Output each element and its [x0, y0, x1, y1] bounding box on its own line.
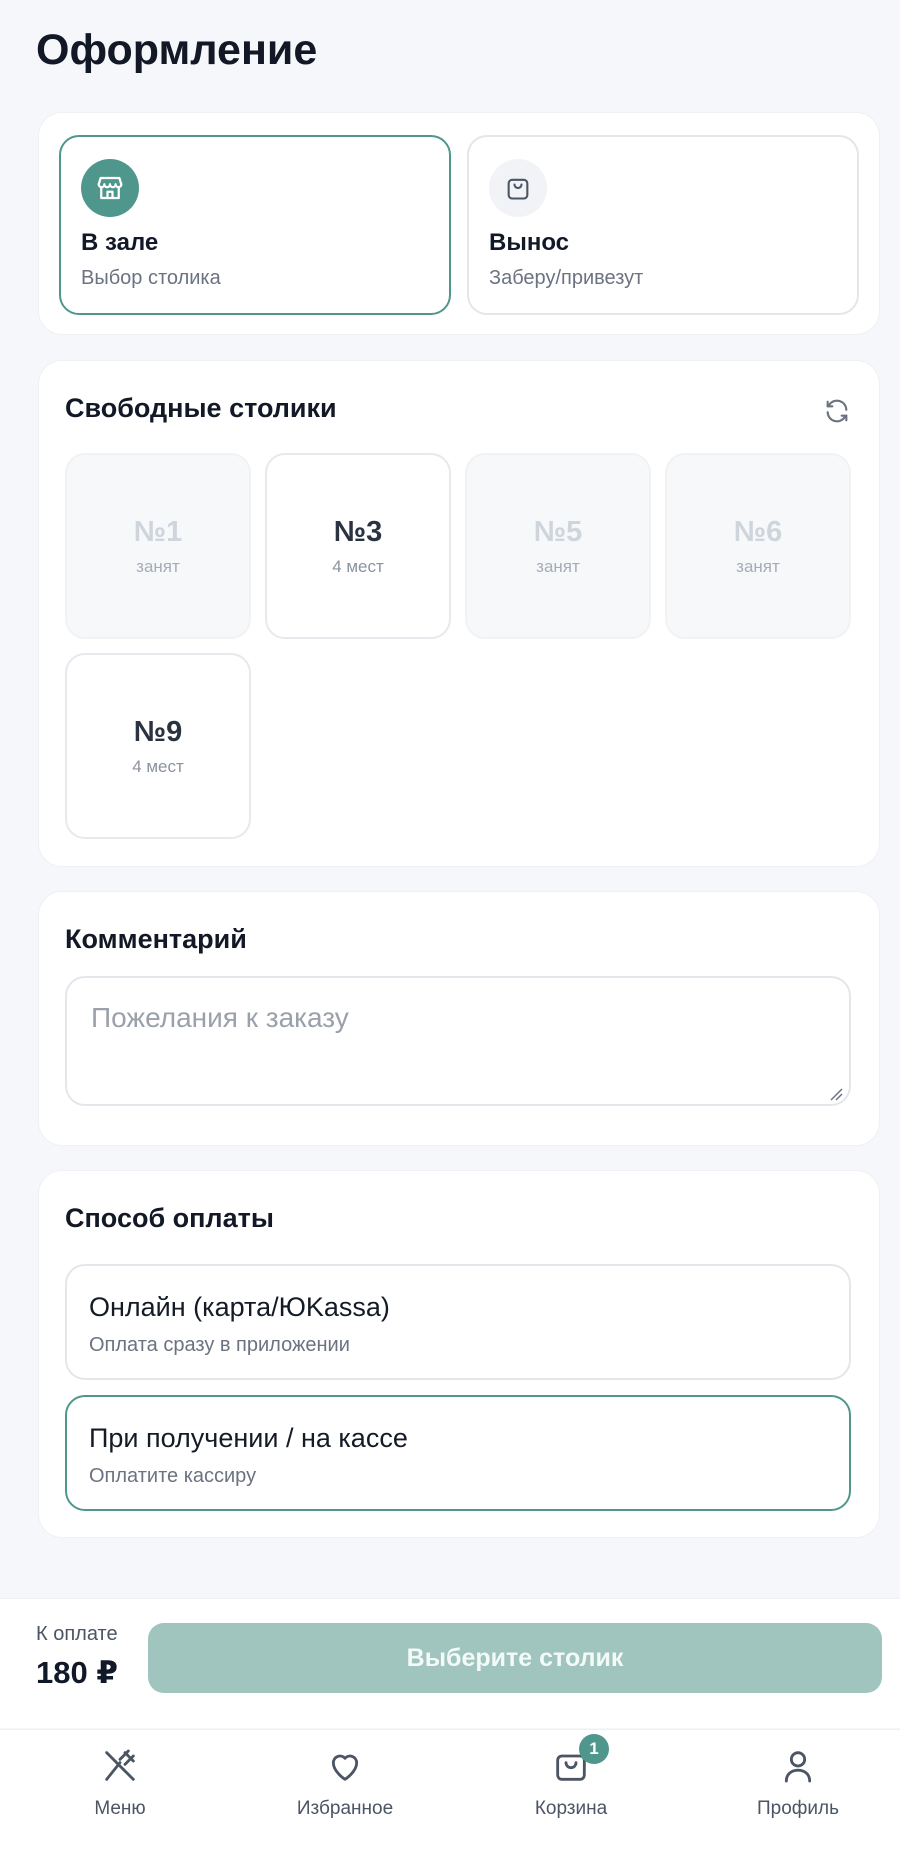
tables-title: Свободные столики [65, 393, 337, 423]
payment-card: Способ оплаты Онлайн (карта/ЮKassa) Опла… [38, 1170, 880, 1538]
tab-label: Меню [94, 1798, 146, 1819]
comment-card: Комментарий [38, 891, 880, 1146]
payment-option-subtitle: Оплатите кассиру [89, 1465, 257, 1487]
bottom-tab-bar: Меню Избранное 1 Корзина Профиль [0, 1729, 900, 1851]
table-tile-6: №6 занят [665, 453, 851, 639]
order-option-subtitle: Заберу/привезут [489, 267, 644, 289]
table-number: №1 [133, 515, 183, 548]
payment-option-title: При получении / на кассе [89, 1423, 408, 1453]
order-option-title: Вынос [489, 229, 570, 256]
tab-label: Корзина [534, 1798, 608, 1819]
table-number: №9 [133, 715, 183, 748]
cart-badge: 1 [579, 1734, 609, 1764]
order-option-dine-in[interactable]: В зале Выбор столика [59, 135, 451, 315]
payment-option-online[interactable]: Онлайн (карта/ЮKassa) Оплата сразу в при… [65, 1264, 851, 1380]
order-option-title: В зале [81, 229, 159, 256]
page-title: Оформление [36, 26, 318, 74]
table-tile-1: №1 занят [65, 453, 251, 639]
payment-option-on-receipt[interactable]: При получении / на кассе Оплатите кассир… [65, 1395, 851, 1511]
tab-favorites[interactable]: Избранное [255, 1744, 435, 1844]
checkout-bar: К оплате 180 ₽ Выберите столик [0, 1598, 900, 1728]
order-option-subtitle: Выбор столика [81, 267, 221, 289]
user-icon [776, 1744, 820, 1788]
refresh-icon[interactable] [821, 395, 853, 427]
store-icon [81, 159, 139, 217]
payment-title: Способ оплаты [65, 1203, 274, 1233]
total-label: К оплате [36, 1623, 118, 1645]
resize-grip-icon[interactable] [829, 1087, 843, 1101]
tab-cart[interactable]: 1 Корзина [481, 1734, 661, 1844]
table-tile-9[interactable]: №9 4 мест [65, 653, 251, 839]
basket-icon: 1 [549, 1734, 609, 1788]
table-number: №6 [733, 515, 783, 548]
tables-card: Свободные столики №1 занят №3 4 мест №5 … [38, 360, 880, 867]
total-value: 180 ₽ [36, 1655, 118, 1690]
table-status: 4 мест [332, 556, 384, 576]
table-number: №5 [533, 515, 583, 548]
table-number: №3 [333, 515, 383, 548]
tab-menu[interactable]: Меню [30, 1744, 210, 1844]
table-status: занят [736, 556, 780, 576]
table-tile-3[interactable]: №3 4 мест [265, 453, 451, 639]
table-status: 4 мест [132, 756, 184, 776]
table-status: занят [136, 556, 180, 576]
comment-title: Комментарий [65, 924, 247, 954]
tab-label: Профиль [756, 1798, 840, 1819]
table-status: занят [536, 556, 580, 576]
order-option-takeaway[interactable]: Вынос Заберу/привезут [467, 135, 859, 315]
fork-knife-icon [98, 1744, 142, 1788]
checkout-button[interactable]: Выберите столик [148, 1623, 882, 1693]
heart-icon [323, 1744, 367, 1788]
tab-profile[interactable]: Профиль [708, 1744, 888, 1844]
order-type-card: В зале Выбор столика Вынос Заберу/привез… [38, 112, 880, 335]
payment-option-subtitle: Оплата сразу в приложении [89, 1334, 350, 1356]
payment-option-title: Онлайн (карта/ЮKassa) [89, 1292, 390, 1322]
table-tile-5: №5 занят [465, 453, 651, 639]
shopping-bag-icon [489, 159, 547, 217]
comment-input[interactable] [65, 976, 851, 1106]
tab-label: Избранное [296, 1798, 394, 1819]
